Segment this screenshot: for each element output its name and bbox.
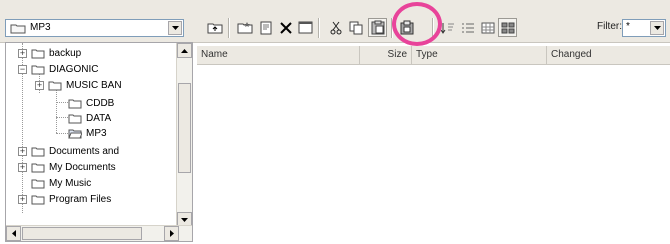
- chevron-right-icon: [169, 230, 174, 237]
- tree-item-my-music[interactable]: My Music: [31, 175, 91, 191]
- tree-item-label: backup: [49, 47, 82, 59]
- folder-open-icon: [31, 65, 45, 74]
- tree-item-label: My Documents: [49, 161, 116, 173]
- folder-icon: [31, 147, 45, 156]
- expand-toggle[interactable]: +: [18, 194, 27, 204]
- chevron-down-icon[interactable]: [168, 21, 182, 35]
- collapse-toggle[interactable]: −: [18, 64, 27, 74]
- cut-button[interactable]: [326, 18, 345, 37]
- folder-icon: [68, 114, 82, 123]
- chevron-up-icon: [181, 48, 188, 53]
- chevron-down-icon[interactable]: [650, 21, 664, 35]
- expand-toggle[interactable]: +: [18, 48, 27, 58]
- tree-item-label: MUSIC BAN: [66, 79, 122, 91]
- up-folder-icon: [207, 23, 222, 33]
- tree-item-label: DATA: [86, 112, 112, 124]
- new-window-button[interactable]: [296, 18, 315, 37]
- tree-vertical-scrollbar[interactable]: [176, 43, 192, 227]
- folder-icon: [68, 99, 82, 108]
- scroll-right-button[interactable]: [164, 226, 179, 241]
- tree-item-label: Program Files: [49, 193, 112, 205]
- file-list[interactable]: [197, 65, 670, 244]
- column-header-type[interactable]: Type: [412, 46, 547, 64]
- tree-item-label: DIAGONIC: [49, 63, 99, 75]
- folder-icon: [31, 49, 45, 58]
- toolbar-separator: [432, 18, 434, 38]
- tree-item-label: My Music: [49, 177, 92, 189]
- toolbar-separator: [391, 18, 393, 38]
- scroll-thumb[interactable]: [22, 227, 142, 240]
- copy-icon: [349, 21, 362, 34]
- tree-connector: [56, 133, 68, 135]
- scroll-left-button[interactable]: [6, 226, 21, 241]
- properties-icon: [260, 21, 271, 34]
- tree-connector: [56, 117, 68, 119]
- expand-toggle[interactable]: +: [35, 80, 44, 90]
- chevron-down-icon: [181, 217, 188, 222]
- paste-button[interactable]: [368, 18, 387, 37]
- grid-view-icon: [501, 22, 514, 33]
- delete-button[interactable]: [276, 18, 295, 37]
- expand-toggle[interactable]: +: [18, 146, 27, 156]
- toolbar: MP3 Filter: *: [0, 0, 670, 43]
- list-header: Name Size Type Changed: [197, 46, 670, 65]
- tree-item-diagonic[interactable]: − DIAGONIC: [18, 61, 98, 77]
- file-browser-window: MP3 Filter: * + backup − DIAGONIC + MUSI…: [0, 0, 670, 244]
- up-folder-button[interactable]: [205, 18, 224, 37]
- column-header-name[interactable]: Name: [197, 46, 360, 64]
- filter-combo[interactable]: *: [622, 19, 666, 37]
- toolbar-separator: [228, 18, 230, 38]
- tree-horizontal-scrollbar[interactable]: [6, 225, 192, 241]
- tree-item-program-files[interactable]: + Program Files: [18, 191, 111, 207]
- column-header-changed[interactable]: Changed: [547, 46, 670, 64]
- tree-item-label: CDDB: [86, 97, 115, 109]
- chevron-left-icon: [11, 230, 16, 237]
- folder-open-icon: [48, 81, 62, 90]
- properties-button[interactable]: [256, 18, 275, 37]
- tree-item-mp3[interactable]: MP3: [68, 125, 107, 141]
- folder-icon: [10, 23, 26, 37]
- filter-label: Filter:: [597, 21, 622, 32]
- column-header-size[interactable]: Size: [360, 46, 412, 64]
- path-combo[interactable]: MP3: [5, 19, 184, 37]
- view-details-button[interactable]: [478, 18, 497, 37]
- tree-connector: [56, 102, 68, 104]
- sort-icon: [440, 22, 454, 34]
- tree-item-data[interactable]: DATA: [68, 110, 111, 126]
- filter-value: *: [626, 21, 630, 32]
- tree-item-my-documents[interactable]: + My Documents: [18, 159, 116, 175]
- paste-icon: [371, 20, 384, 35]
- scroll-up-button[interactable]: [177, 43, 192, 58]
- expand-toggle[interactable]: +: [18, 162, 27, 172]
- tree-item-documents-and[interactable]: + Documents and: [18, 143, 119, 159]
- scroll-thumb[interactable]: [178, 83, 191, 173]
- sort-button[interactable]: [438, 18, 457, 37]
- delete-icon: [279, 21, 292, 34]
- folder-icon: [31, 163, 45, 172]
- view-large-button[interactable]: [498, 18, 517, 37]
- folder-icon: [31, 179, 45, 188]
- scissors-icon: [330, 21, 341, 34]
- clipboard-icon: [400, 20, 413, 35]
- clipboard-button[interactable]: [397, 18, 416, 37]
- details-view-icon: [481, 22, 494, 33]
- window-icon: [298, 21, 313, 34]
- view-list-button[interactable]: [458, 18, 477, 37]
- new-folder-button[interactable]: [235, 18, 254, 37]
- path-combo-value: MP3: [30, 22, 51, 33]
- new-folder-icon: [237, 21, 252, 33]
- folder-open-icon: [68, 129, 82, 138]
- tree-item-label: MP3: [86, 127, 107, 139]
- tree-item-music-ban[interactable]: + MUSIC BAN: [35, 77, 122, 93]
- tree-item-cddb[interactable]: CDDB: [68, 95, 114, 111]
- folder-icon: [31, 195, 45, 204]
- toolbar-separator: [318, 18, 320, 38]
- tree-item-label: Documents and: [49, 145, 120, 157]
- copy-button[interactable]: [346, 18, 365, 37]
- folder-tree[interactable]: + backup − DIAGONIC + MUSIC BAN CDDB DAT…: [5, 42, 193, 242]
- tree-item-backup[interactable]: + backup: [18, 45, 81, 61]
- list-view-icon: [461, 23, 474, 32]
- tree-connector: [56, 87, 58, 133]
